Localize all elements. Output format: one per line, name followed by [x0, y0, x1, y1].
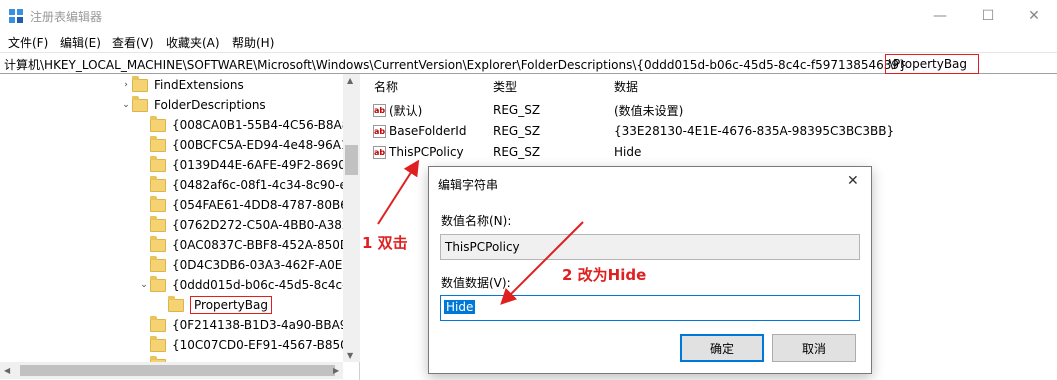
- tree-item-label: {0D4C3DB6-03A3-462F-A0E6-: [172, 258, 355, 272]
- dialog-title: 编辑字符串: [438, 178, 499, 192]
- chevron-right-icon[interactable]: ›: [120, 80, 132, 90]
- value-name-field: ThisPCPolicy: [440, 234, 860, 260]
- close-button[interactable]: ✕: [1011, 0, 1057, 32]
- value-type: REG_SZ: [493, 145, 541, 159]
- address-bar[interactable]: 计算机\HKEY_LOCAL_MACHINE\SOFTWARE\Microsof…: [0, 52, 1057, 74]
- menu-help[interactable]: 帮助(H): [232, 34, 274, 51]
- folder-icon: [132, 95, 148, 112]
- title-bar: 注册表编辑器 — ☐ ✕: [0, 0, 1057, 32]
- value-type: REG_SZ: [493, 124, 541, 138]
- scroll-left-icon[interactable]: ◀: [4, 366, 10, 375]
- tree-item[interactable]: ⌄ FolderDescriptions: [120, 95, 266, 115]
- maximize-button[interactable]: ☐: [965, 0, 1011, 32]
- value-name: BaseFolderId: [389, 124, 467, 138]
- tree-item-label: {0139D44E-6AFE-49F2-8690-3: [172, 158, 358, 172]
- column-header-name[interactable]: 名称: [374, 78, 398, 95]
- folder-icon: [150, 275, 166, 292]
- folder-icon: [150, 335, 166, 352]
- menu-view[interactable]: 查看(V): [112, 34, 154, 51]
- tree-vertical-scrollbar[interactable]: [343, 74, 360, 362]
- value-data-text: Hide: [444, 300, 476, 314]
- value-name: ThisPCPolicy: [389, 145, 464, 159]
- annotation-step1: 1 双击: [362, 234, 408, 252]
- tree-item-label: {0F214138-B1D3-4a90-BBA9-2: [172, 318, 360, 332]
- value-data: Hide: [614, 145, 642, 159]
- edit-string-dialog: 编辑字符串 ✕ 数值名称(N): ThisPCPolicy 数值数据(V): H…: [428, 166, 872, 374]
- scroll-up-icon[interactable]: ▲: [347, 76, 353, 85]
- value-row[interactable]: ab BaseFolderId: [373, 121, 466, 141]
- tree-item[interactable]: {0F214138-B1D3-4a90-BBA9-2: [138, 315, 359, 335]
- folder-icon: [150, 195, 166, 212]
- tree-item[interactable]: ⌄ {0ddd015d-b06c-45d5-8c4c-f: [138, 275, 351, 295]
- tree-item[interactable]: {054FAE61-4DD8-4787-80B6-0: [138, 195, 360, 215]
- chevron-down-icon[interactable]: ⌄: [120, 100, 132, 110]
- tree-item[interactable]: {00BCFC5A-ED94-4e48-96A1-3: [138, 135, 360, 155]
- tree-item[interactable]: {0AC0837C-BBF8-452A-850D-: [138, 235, 353, 255]
- folder-icon: [150, 155, 166, 172]
- menu-file[interactable]: 文件(F): [8, 34, 48, 51]
- value-row[interactable]: ab ThisPCPolicy: [373, 142, 464, 162]
- column-header-type[interactable]: 类型: [493, 78, 517, 95]
- window-title: 注册表编辑器: [30, 10, 103, 24]
- menu-edit[interactable]: 编辑(E): [60, 34, 101, 51]
- value-data: (数值未设置): [614, 103, 684, 118]
- folder-icon: [150, 235, 166, 252]
- value-row[interactable]: ab (默认): [373, 100, 422, 120]
- tree-item-label: {0ddd015d-b06c-45d5-8c4c-f: [172, 278, 351, 292]
- tree-item[interactable]: {0762D272-C50A-4BB0-A382-: [138, 215, 354, 235]
- menu-favorites[interactable]: 收藏夹(A): [166, 34, 220, 51]
- tree-item[interactable]: {0482af6c-08f1-4c34-8c90-e17: [138, 175, 360, 195]
- tree-item-label: {0762D272-C50A-4BB0-A382-: [172, 218, 354, 232]
- address-path: 计算机\HKEY_LOCAL_MACHINE\SOFTWARE\Microsof…: [4, 58, 907, 72]
- cancel-button[interactable]: 取消: [772, 334, 856, 362]
- tree-hscroll-thumb[interactable]: [20, 365, 335, 376]
- folder-icon: [150, 175, 166, 192]
- annotation-step2: 2 改为Hide: [562, 266, 647, 284]
- tree-item-label: {0AC0837C-BBF8-452A-850D-: [172, 238, 354, 252]
- tree-item-label: {008CA0B1-55B4-4C56-B8A8-4: [172, 118, 360, 132]
- value-type: REG_SZ: [493, 103, 541, 117]
- folder-icon: [150, 135, 166, 152]
- tree-item-label: FindExtensions: [154, 78, 244, 92]
- tree-item-label: {054FAE61-4DD8-4787-80B6-0: [172, 198, 360, 212]
- string-value-icon: ab: [373, 145, 386, 159]
- string-value-icon: ab: [373, 124, 386, 138]
- value-data-input[interactable]: Hide: [440, 295, 860, 321]
- chevron-down-icon[interactable]: ⌄: [138, 280, 150, 290]
- tree-item-label: {00BCFC5A-ED94-4e48-96A1-3: [172, 138, 360, 152]
- minimize-button[interactable]: —: [917, 0, 963, 32]
- folder-icon: [150, 215, 166, 232]
- tree-item-label: {0482af6c-08f1-4c34-8c90-e17: [172, 178, 360, 192]
- ok-button[interactable]: 确定: [680, 334, 764, 362]
- tree-item-label: PropertyBag: [190, 296, 272, 314]
- value-name: (默认): [389, 103, 423, 118]
- tree-item[interactable]: {0139D44E-6AFE-49F2-8690-3: [138, 155, 358, 175]
- key-tree[interactable]: › FindExtensions ⌄ FolderDescriptions {0…: [0, 74, 360, 380]
- folder-icon: [132, 75, 148, 92]
- tree-scroll-thumb[interactable]: [345, 145, 358, 175]
- dialog-close-icon[interactable]: ✕: [847, 173, 859, 189]
- column-header-data[interactable]: 数据: [614, 78, 638, 95]
- value-data-label: 数值数据(V):: [441, 276, 511, 290]
- tree-item[interactable]: {10C07CD0-EF91-4567-B850-4: [138, 335, 360, 355]
- address-highlight: \PropertyBag: [885, 54, 979, 74]
- tree-item-selected[interactable]: PropertyBag: [156, 295, 272, 315]
- tree-item[interactable]: {0D4C3DB6-03A3-462F-A0E6-: [138, 255, 354, 275]
- regedit-icon: [9, 9, 23, 23]
- string-value-icon: ab: [373, 103, 386, 117]
- value-name-label: 数值名称(N):: [441, 214, 512, 228]
- menu-bar: 文件(F) 编辑(E) 查看(V) 收藏夹(A) 帮助(H): [0, 32, 1057, 52]
- value-data: {33E28130-4E1E-4676-835A-98395C3BC3BB}: [614, 124, 895, 138]
- tree-item[interactable]: › FindExtensions: [120, 75, 244, 95]
- tree-item[interactable]: {008CA0B1-55B4-4C56-B8A8-4: [138, 115, 360, 135]
- folder-icon: [150, 255, 166, 272]
- folder-icon: [150, 315, 166, 332]
- tree-item-label: {10C07CD0-EF91-4567-B850-4: [172, 338, 360, 352]
- folder-icon: [168, 295, 184, 312]
- folder-icon: [150, 115, 166, 132]
- scroll-right-icon[interactable]: ▶: [333, 366, 339, 375]
- scroll-down-icon[interactable]: ▼: [347, 351, 353, 360]
- tree-item-label: FolderDescriptions: [154, 98, 266, 112]
